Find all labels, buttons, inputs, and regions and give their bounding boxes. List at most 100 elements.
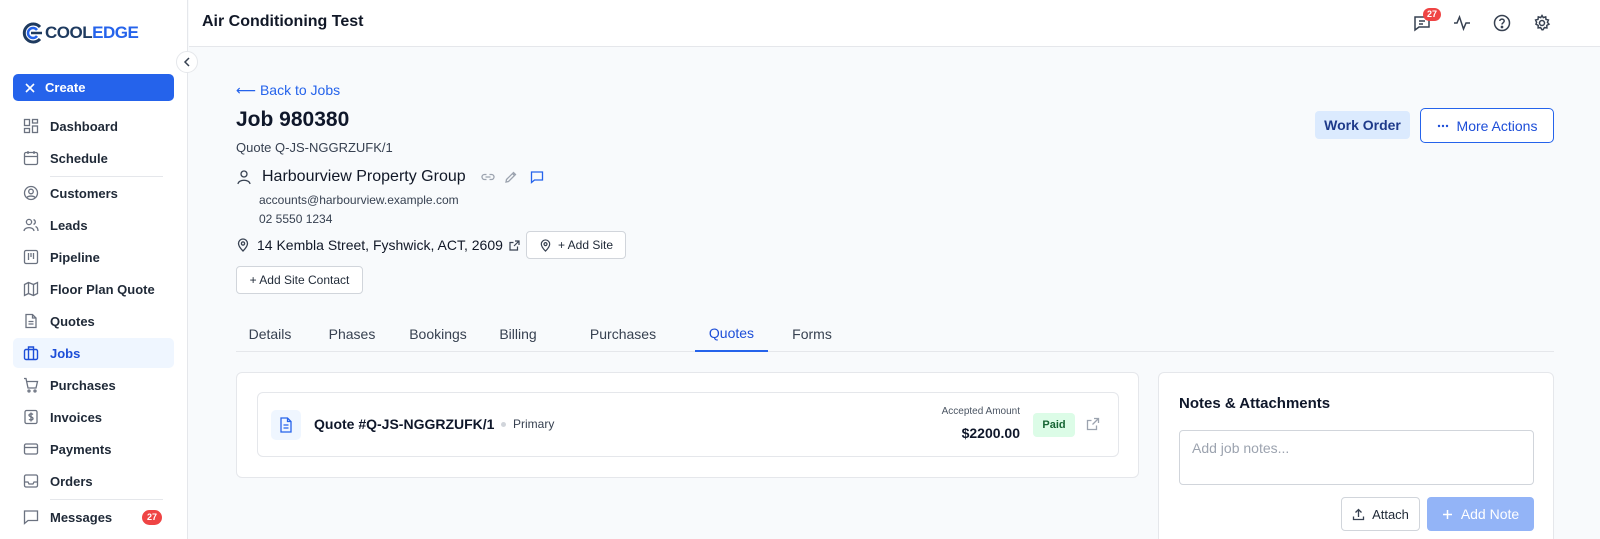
settings-button[interactable]: [1532, 13, 1552, 33]
sidebar-item-label: Jobs: [50, 345, 81, 361]
activity-icon: [1454, 14, 1470, 32]
upload-icon: [1352, 508, 1365, 520]
sidebar-item-label: Messages: [50, 509, 113, 525]
tab-billing[interactable]: Billing: [492, 316, 544, 352]
back-to-jobs-link[interactable]: ⟵ Back to Jobs: [236, 82, 340, 99]
user-icon: [237, 170, 251, 185]
quote-reference: Quote Q-JS-NGGRZUFK/1: [236, 140, 393, 155]
location-pin-icon: [237, 238, 249, 252]
sidebar-item-leads[interactable]: Leads: [13, 210, 174, 240]
sidebar-item-quotes[interactable]: Quotes: [13, 306, 174, 336]
more-actions-button[interactable]: More Actions: [1420, 108, 1554, 143]
sidebar-item-purchases[interactable]: Purchases: [13, 370, 174, 400]
tab-details[interactable]: Details: [236, 316, 304, 352]
cart-icon: [24, 377, 39, 393]
tab-purchases[interactable]: Purchases: [584, 316, 662, 352]
status-badge: Paid: [1033, 413, 1075, 437]
sidebar-item-label: Customers: [50, 185, 118, 201]
create-button[interactable]: Create: [13, 74, 174, 101]
sidebar: COOLEDGE Create Dashboard Schedule Custo…: [0, 0, 188, 539]
job-notes-input[interactable]: [1179, 430, 1534, 485]
link-icon[interactable]: [481, 170, 495, 184]
close-icon: [25, 82, 35, 93]
client-row: Harbourview Property Group: [236, 166, 544, 188]
inbox-icon: [23, 474, 39, 488]
edit-icon[interactable]: [504, 170, 518, 184]
document-icon: [280, 417, 292, 433]
sidebar-item-dashboard[interactable]: Dashboard: [13, 111, 174, 141]
sidebar-item-customers[interactable]: Customers: [13, 178, 174, 208]
external-link-icon[interactable]: [1086, 417, 1100, 431]
notes-title: Notes & Attachments: [1179, 395, 1331, 412]
map-icon: [23, 281, 39, 297]
job-tabs: Details Phases Bookings Billing Purchase…: [236, 316, 1554, 352]
sidebar-item-payments[interactable]: Payments: [13, 434, 174, 464]
plus-icon: [1442, 509, 1452, 519]
dashboard-icon: [23, 118, 39, 134]
document-icon: [25, 313, 37, 329]
top-bar: Air Conditioning Test 27: [189, 0, 1600, 47]
add-site-label: + Add Site: [557, 238, 614, 252]
calendar-icon: [23, 151, 39, 166]
site-address[interactable]: 14 Kembla Street, Fyshwick, ACT, 2609: [257, 237, 503, 253]
message-icon[interactable]: [530, 170, 544, 184]
logo[interactable]: COOLEDGE: [22, 22, 139, 44]
logo-mark-icon: [22, 22, 42, 44]
sidebar-item-messages[interactable]: Messages 27: [13, 502, 174, 532]
dollar-file-icon: [24, 409, 38, 425]
help-button[interactable]: [1492, 13, 1512, 33]
collapse-sidebar-button[interactable]: [176, 51, 198, 73]
tab-phases[interactable]: Phases: [320, 316, 384, 352]
quote-number[interactable]: Quote #Q-JS-NGGRZUFK/1: [314, 416, 494, 432]
sidebar-item-orders[interactable]: Orders: [13, 466, 174, 496]
job-title: Job 980380: [236, 108, 350, 131]
sidebar-item-label: Payments: [50, 441, 112, 457]
briefcase-icon: [23, 346, 39, 361]
client-name[interactable]: Harbourview Property Group: [262, 168, 466, 186]
more-actions-label: More Actions: [1456, 117, 1538, 134]
ellipsis-icon: [1437, 124, 1448, 127]
client-phone[interactable]: 02 5550 1234: [259, 212, 332, 226]
tab-bookings[interactable]: Bookings: [400, 316, 476, 352]
add-site-contact-button[interactable]: + Add Site Contact: [236, 266, 363, 294]
nav-divider: [50, 176, 163, 177]
chevron-left-icon: [183, 57, 190, 67]
kanban-icon: [23, 249, 39, 265]
sidebar-item-label: Floor Plan Quote: [50, 281, 155, 297]
attach-label: Attach: [1372, 506, 1409, 522]
sidebar-item-label: Orders: [50, 473, 93, 489]
page-title: Air Conditioning Test: [202, 13, 364, 30]
client-email[interactable]: accounts@harbourview.example.com: [259, 193, 459, 207]
sidebar-item-label: Dashboard: [50, 118, 118, 134]
location-pin-icon: [540, 238, 551, 252]
add-note-button[interactable]: Add Note: [1427, 497, 1534, 531]
attach-button[interactable]: Attach: [1341, 497, 1420, 531]
quote-row[interactable]: Quote #Q-JS-NGGRZUFK/1 Primary Accepted …: [257, 392, 1119, 457]
sidebar-item-invoices[interactable]: Invoices: [13, 402, 174, 432]
quote-doc-badge: [271, 410, 301, 440]
notes-panel: Notes & Attachments Attach Add Note: [1158, 372, 1554, 539]
sidebar-item-pipeline[interactable]: Pipeline: [13, 242, 174, 272]
notifications-button[interactable]: 27: [1412, 8, 1442, 33]
accepted-amount-value: $2200.00: [961, 425, 1020, 441]
sidebar-item-schedule[interactable]: Schedule: [13, 143, 174, 173]
add-site-button[interactable]: + Add Site: [526, 231, 626, 259]
gear-icon: [1534, 14, 1551, 31]
tab-quotes[interactable]: Quotes: [695, 316, 768, 352]
separator-dot: [501, 422, 506, 427]
work-order-button[interactable]: Work Order: [1315, 111, 1410, 139]
tab-forms[interactable]: Forms: [784, 316, 840, 352]
sidebar-item-label: Schedule: [50, 150, 108, 166]
address-row: 14 Kembla Street, Fyshwick, ACT, 2609: [236, 235, 520, 255]
credit-card-icon: [23, 443, 39, 455]
sidebar-item-label: Leads: [50, 217, 88, 233]
activity-button[interactable]: [1452, 13, 1472, 33]
quote-primary-tag: Primary: [513, 417, 555, 431]
logo-text: COOLEDGE: [45, 23, 139, 42]
sidebar-item-jobs[interactable]: Jobs: [13, 338, 174, 368]
message-icon: [23, 510, 39, 525]
quotes-panel: Quote #Q-JS-NGGRZUFK/1 Primary Accepted …: [236, 372, 1139, 478]
sidebar-item-floor-plan-quote[interactable]: Floor Plan Quote: [13, 274, 174, 304]
user-circle-icon: [23, 185, 39, 201]
external-link-icon[interactable]: [509, 239, 520, 251]
